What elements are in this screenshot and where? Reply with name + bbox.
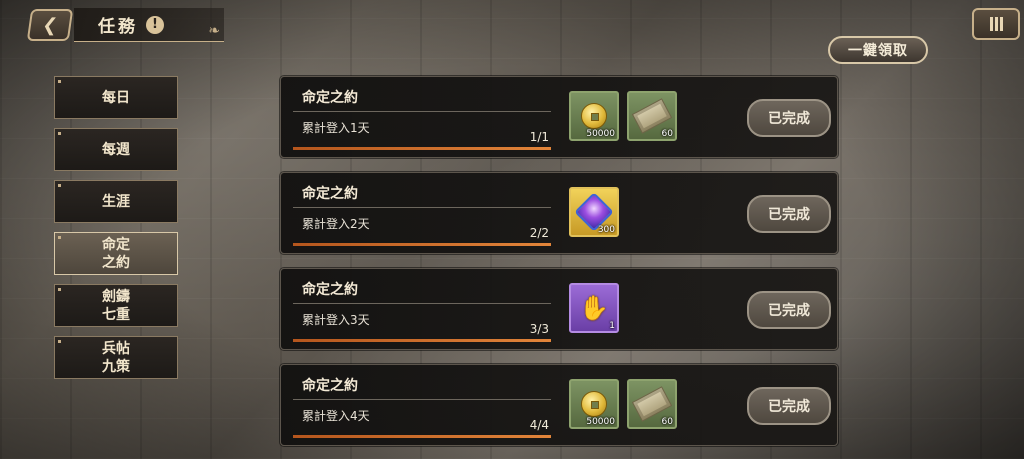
reward-item[interactable]: 60 <box>627 379 677 429</box>
task-title: 命定之約 <box>302 186 358 202</box>
task-description: 累計登入4天 <box>302 409 370 423</box>
task-progress-fill <box>293 435 551 438</box>
task-progress-text: 2/2 <box>529 226 549 240</box>
completed-button[interactable]: 已完成 <box>747 195 831 233</box>
reward-count: 50000 <box>586 417 615 427</box>
sidebar-item-destiny-pact[interactable]: 命定 之約 <box>54 232 178 275</box>
completed-button[interactable]: 已完成 <box>747 291 831 329</box>
reward-item[interactable]: 50000 <box>569 91 619 141</box>
task-progress-bar <box>293 147 551 150</box>
task-divider <box>293 303 551 304</box>
task-description: 累計登入1天 <box>302 121 370 135</box>
header-bar: 任務 ! ❧ <box>74 8 224 42</box>
info-icon[interactable]: ! <box>146 15 164 34</box>
task-description: 累計登入3天 <box>302 313 370 327</box>
swirl-decoration-icon: ❧ <box>208 23 220 39</box>
task-progress-bar <box>293 435 551 438</box>
task-title: 命定之約 <box>302 378 358 394</box>
back-arrow-icon: ❮ <box>40 14 60 36</box>
task-description: 累計登入2天 <box>302 217 370 231</box>
menu-bar-icon <box>994 17 998 31</box>
task-title: 命定之約 <box>302 90 358 106</box>
back-button[interactable]: ❮ <box>26 9 74 41</box>
task-divider <box>293 207 551 208</box>
sidebar-item-daily[interactable]: 每日 <box>54 76 178 119</box>
task-progress-text: 1/1 <box>529 130 549 144</box>
menu-bar-icon <box>999 17 1003 31</box>
reward-count: 60 <box>661 417 673 427</box>
task-card: 命定之約 累計登入1天 1/1 50000 60 已完成 <box>280 76 838 158</box>
reward-item[interactable]: ✋ 1 <box>569 283 619 333</box>
task-progress-fill <box>293 243 551 246</box>
task-title: 命定之約 <box>302 282 358 298</box>
sidebar-item-career[interactable]: 生涯 <box>54 180 178 223</box>
task-card: 命定之約 累計登入2天 2/2 300 已完成 <box>280 172 838 254</box>
sidebar-item-weekly[interactable]: 每週 <box>54 128 178 171</box>
sidebar-item-sword-forge[interactable]: 劍鑄 七重 <box>54 284 178 327</box>
sidebar-item-label: 兵帖 九策 <box>102 340 130 375</box>
reward-count: 300 <box>597 225 615 235</box>
task-card: 命定之約 累計登入3天 3/3 ✋ 1 已完成 <box>280 268 838 350</box>
reward-item[interactable]: 60 <box>627 91 677 141</box>
task-divider <box>293 399 551 400</box>
sidebar-item-label: 劍鑄 七重 <box>102 288 130 323</box>
task-progress-text: 4/4 <box>529 418 549 432</box>
task-divider <box>293 111 551 112</box>
task-progress-text: 3/3 <box>529 322 549 336</box>
menu-button[interactable] <box>972 8 1020 40</box>
reward-item[interactable]: 50000 <box>569 379 619 429</box>
task-card: 命定之約 累計登入4天 4/4 50000 60 已完成 <box>280 364 838 446</box>
task-progress-bar <box>293 339 551 342</box>
task-progress-fill <box>293 339 551 342</box>
reward-count: 1 <box>609 321 615 331</box>
claim-all-button[interactable]: 一鍵領取 <box>828 36 928 64</box>
completed-button[interactable]: 已完成 <box>747 99 831 137</box>
completed-button[interactable]: 已完成 <box>747 387 831 425</box>
reward-count: 50000 <box>586 129 615 139</box>
reward-count: 60 <box>661 129 673 139</box>
sidebar-item-label: 每日 <box>102 89 130 106</box>
page-title: 任務 <box>98 17 138 37</box>
menu-bar-icon <box>989 17 993 31</box>
sidebar-item-label: 生涯 <box>102 193 130 210</box>
sidebar-item-war-strategy[interactable]: 兵帖 九策 <box>54 336 178 379</box>
task-progress-bar <box>293 243 551 246</box>
sidebar-item-label: 每週 <box>102 141 130 158</box>
task-progress-fill <box>293 147 551 150</box>
reward-item[interactable]: 300 <box>569 187 619 237</box>
sidebar-item-label: 命定 之約 <box>102 236 130 271</box>
